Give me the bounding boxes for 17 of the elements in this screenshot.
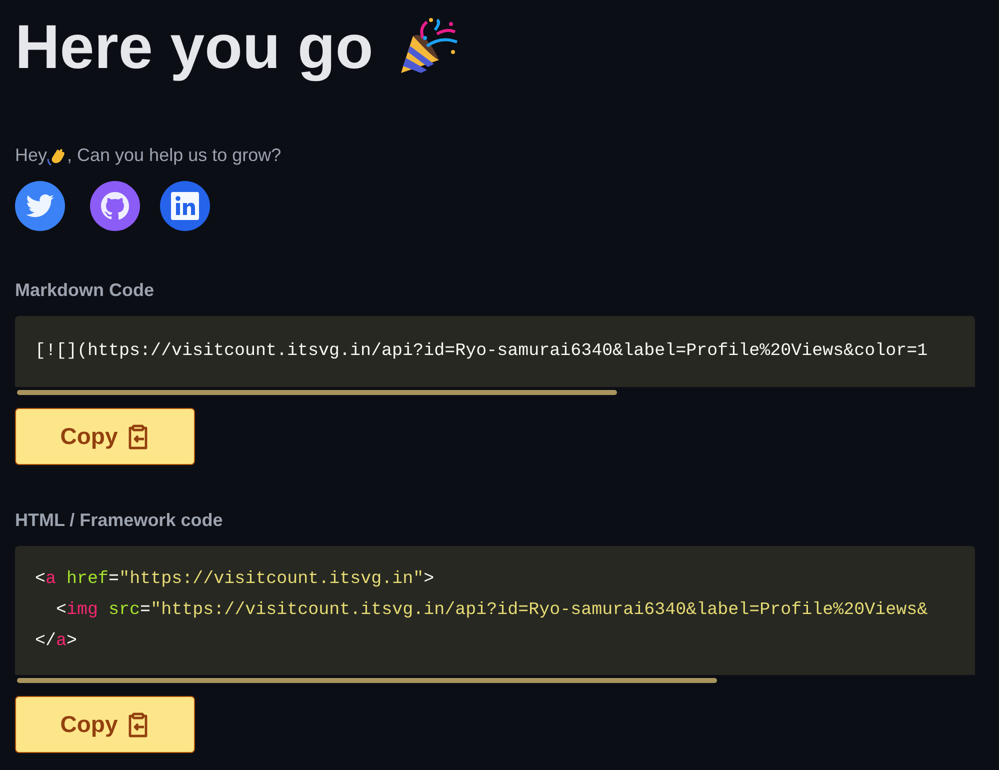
- code-line: <img src="https://visitcount.itsvg.in/api?id=Ryo-samurai6340&label=Profile%20Views&: [55, 599, 929, 622]
- code-line: <a href="https://visitcount.itsvg.in">: [35, 568, 436, 592]
- twitter-bird-icon: [26, 194, 54, 218]
- greeting-text: Hey: [15, 144, 48, 168]
- github-icon: [101, 192, 129, 220]
- copy-button[interactable]: Copy: [15, 408, 195, 466]
- code-line: </a>: [35, 630, 78, 654]
- code-line: [![](https://visitcount.itsvg.in/api?id=Ryo-samurai6340&label=Profile%20Views&color=1: [35, 340, 929, 364]
- social-link[interactable]: [90, 181, 140, 232]
- section-heading: Markdown Code: [15, 279, 156, 302]
- page-title: Here you go: [15, 14, 374, 82]
- social-link[interactable]: [15, 181, 65, 232]
- invite-text: , Can you help us to grow?: [67, 144, 282, 168]
- copy-button[interactable]: Copy: [15, 696, 195, 754]
- section-heading: HTML / Framework code: [15, 509, 224, 532]
- linkedin-icon: [170, 191, 200, 222]
- social-link[interactable]: [160, 181, 210, 232]
